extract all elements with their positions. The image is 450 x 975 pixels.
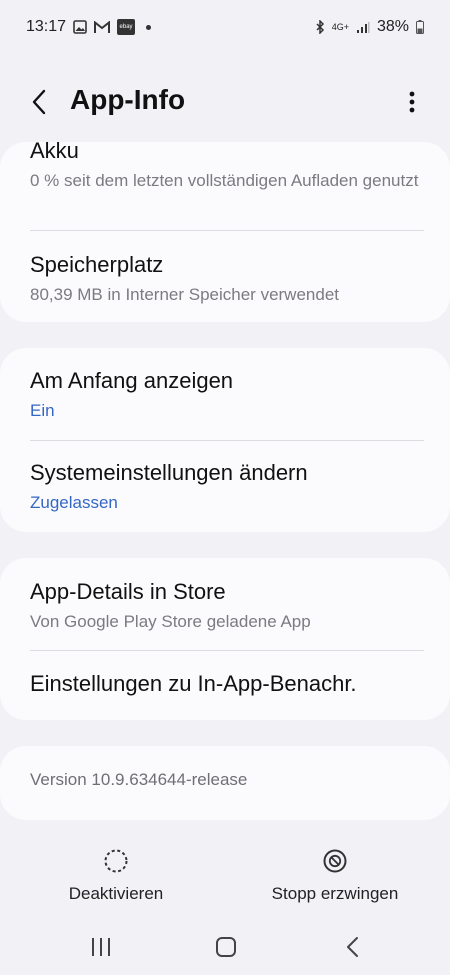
more-vert-icon — [409, 91, 415, 113]
card-usage: Akku 0 % seit dem letzten vollständigen … — [0, 138, 450, 322]
network-type-label: 4G+ — [331, 21, 349, 32]
item-title: Akku — [30, 138, 79, 163]
app-bar: App-Info — [0, 78, 450, 126]
item-subtitle: Von Google Play Store geladene App — [30, 612, 311, 631]
deactivate-button[interactable]: Deaktivieren — [60, 848, 172, 904]
item-title: Speicherplatz — [30, 252, 164, 277]
home-icon — [216, 937, 236, 957]
more-options-button[interactable] — [404, 88, 420, 116]
settings-list[interactable]: Akku 0 % seit dem letzten vollständigen … — [0, 126, 450, 830]
item-title: Einstellungen zu In-App-Benachr. — [30, 671, 357, 696]
list-item-storage[interactable]: Speicherplatz 80,39 MB in Interner Speic… — [30, 251, 424, 307]
back-arrow-icon — [32, 89, 46, 115]
recent-apps-icon — [92, 938, 110, 956]
card-permissions: Am Anfang anzeigen Ein Systemeinstellung… — [0, 348, 450, 532]
list-item-akku[interactable]: Akku 0 % seit dem letzten vollständigen … — [30, 137, 424, 193]
status-bar: 13:17 ebay 4G+ 38% — [0, 0, 450, 54]
divider — [30, 650, 424, 651]
deactivate-icon — [104, 849, 128, 873]
status-time: 13:17 — [26, 18, 67, 35]
back-nav-button[interactable] — [338, 934, 368, 960]
item-value: Ein — [30, 401, 55, 420]
force-stop-icon — [323, 849, 347, 873]
battery-percent: 38% — [376, 18, 409, 35]
navigation-bar — [0, 920, 450, 975]
home-button[interactable] — [211, 934, 241, 960]
version-info: Version 10.9.634644-release — [30, 768, 424, 792]
list-item-system-settings[interactable]: Systemeinstellungen ändern Zugelassen — [30, 459, 424, 515]
version-text: Version 10.9.634644-release — [30, 770, 248, 789]
item-title: Am Anfang anzeigen — [30, 368, 234, 393]
card-store: App-Details in Store Von Google Play Sto… — [0, 558, 450, 720]
list-item-in-app-notifications[interactable]: Einstellungen zu In-App-Benachr. — [30, 670, 424, 698]
divider — [30, 230, 424, 231]
item-title: App-Details in Store — [30, 579, 226, 604]
list-item-store-details[interactable]: App-Details in Store Von Google Play Sto… — [30, 578, 424, 634]
ebay-icon: ebay — [117, 19, 136, 35]
battery-icon — [416, 20, 424, 34]
bottom-actions: Deaktivieren Stopp erzwingen — [0, 840, 450, 920]
gmail-icon — [94, 20, 111, 34]
list-item-show-on-top[interactable]: Am Anfang anzeigen Ein — [30, 367, 424, 423]
bluetooth-icon — [315, 20, 325, 34]
divider — [30, 440, 424, 441]
item-subtitle: 0 % seit dem letzten vollständigen Aufla… — [30, 171, 419, 190]
item-title: Systemeinstellungen ändern — [30, 460, 308, 485]
force-stop-label: Stopp erzwingen — [271, 884, 399, 903]
more-notifications-icon — [146, 24, 152, 30]
item-subtitle: 80,39 MB in Interner Speicher verwendet — [30, 285, 340, 304]
signal-icon — [356, 21, 370, 34]
status-right: 4G+ 38% — [315, 18, 424, 36]
gallery-icon — [73, 20, 87, 34]
force-stop-button[interactable]: Stopp erzwingen — [262, 848, 408, 904]
card-version: Version 10.9.634644-release — [0, 746, 450, 820]
deactivate-label: Deaktivieren — [68, 884, 164, 903]
recent-apps-button[interactable] — [86, 934, 116, 960]
back-nav-icon — [347, 937, 358, 957]
item-value: Zugelassen — [30, 493, 118, 512]
back-button[interactable] — [26, 88, 54, 116]
status-left: 13:17 ebay — [26, 18, 152, 36]
page-title: App-Info — [70, 84, 186, 115]
